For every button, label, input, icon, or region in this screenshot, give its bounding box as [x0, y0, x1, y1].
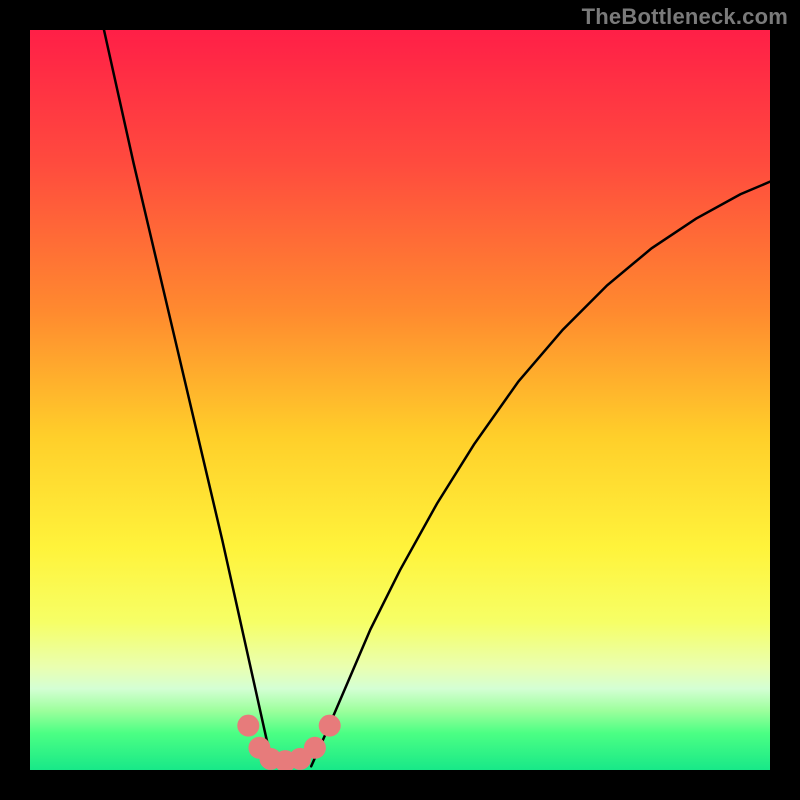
- outer-frame: TheBottleneck.com: [0, 0, 800, 800]
- curves-layer: [30, 30, 770, 770]
- left-curve: [104, 30, 274, 766]
- plot-area: [30, 30, 770, 770]
- marker-point: [319, 715, 341, 737]
- watermark-text: TheBottleneck.com: [582, 4, 788, 30]
- right-curve: [311, 182, 770, 767]
- marker-point: [304, 737, 326, 759]
- marker-point: [237, 715, 259, 737]
